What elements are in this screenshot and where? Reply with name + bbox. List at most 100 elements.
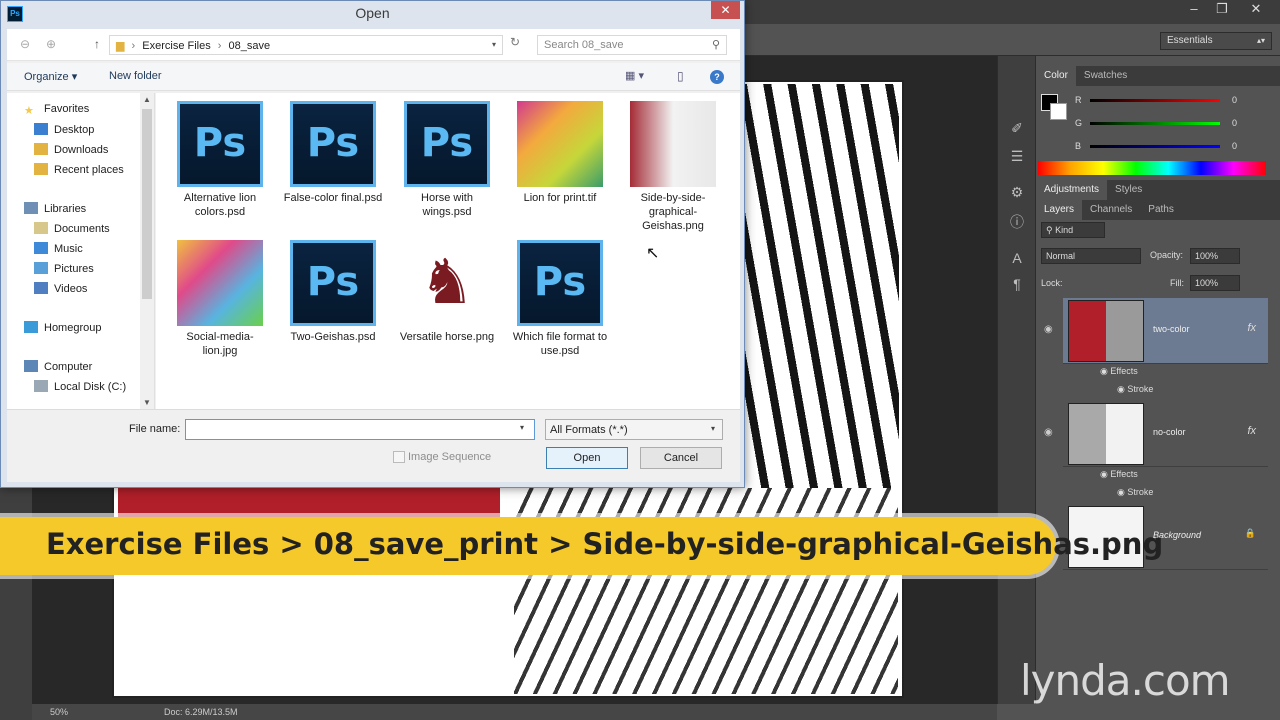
chevron-right-icon: › bbox=[217, 40, 222, 52]
file-item[interactable]: Social-media-lion.jpg bbox=[170, 232, 270, 362]
channel-value[interactable]: 0 bbox=[1232, 118, 1237, 128]
cancel-button[interactable]: Cancel bbox=[640, 447, 722, 469]
file-item[interactable]: Ps Which file format to use.psd bbox=[510, 232, 610, 362]
sidebar-item-computer[interactable]: Computer bbox=[24, 360, 92, 378]
refresh-button[interactable]: ↻ bbox=[506, 35, 524, 55]
layer-effect-stroke[interactable]: ◉ Stroke bbox=[1083, 487, 1263, 505]
tab-swatches[interactable]: Swatches bbox=[1076, 66, 1135, 86]
sidebar-item-homegroup[interactable]: Homegroup bbox=[24, 321, 101, 339]
scroll-thumb[interactable] bbox=[142, 109, 152, 299]
layers-panel-tabs[interactable]: Layers Channels Paths bbox=[1036, 200, 1280, 220]
sidebar-item-documents[interactable]: Documents bbox=[34, 222, 110, 240]
search-input[interactable]: Search 08_save ⚲ bbox=[537, 35, 727, 55]
color-slider-g[interactable]: G0 bbox=[1075, 118, 1275, 132]
color-slider-r[interactable]: R0 bbox=[1075, 95, 1275, 109]
open-button[interactable]: Open bbox=[546, 447, 628, 469]
color-panel-tabs[interactable]: Color Swatches bbox=[1036, 66, 1280, 86]
chevron-down-icon[interactable]: ▾ bbox=[711, 424, 715, 433]
tab-paths[interactable]: Paths bbox=[1140, 200, 1182, 220]
file-item[interactable]: Ps Horse with wings.psd bbox=[397, 93, 497, 223]
slider-track[interactable] bbox=[1090, 145, 1220, 148]
file-name-input[interactable] bbox=[185, 419, 535, 440]
layer-effects[interactable]: ◉ Effects bbox=[1083, 366, 1263, 384]
fx-icon[interactable]: fx bbox=[1247, 425, 1256, 437]
up-button[interactable]: ↑ bbox=[87, 37, 107, 53]
tab-styles[interactable]: Styles bbox=[1107, 180, 1150, 200]
sidebar-item-music[interactable]: Music bbox=[34, 242, 83, 260]
close-app-button[interactable]: ✕ bbox=[1242, 0, 1270, 20]
breadcrumb-exercise-files[interactable]: Exercise Files bbox=[142, 40, 210, 52]
tab-adjustments[interactable]: Adjustments bbox=[1036, 180, 1108, 200]
layer-effect-stroke[interactable]: ◉ Stroke bbox=[1083, 384, 1263, 402]
scroll-down-icon[interactable]: ▼ bbox=[143, 398, 151, 407]
eye-icon[interactable]: ◉ bbox=[1117, 384, 1127, 394]
slider-track[interactable] bbox=[1090, 99, 1220, 102]
image-sequence-checkbox[interactable] bbox=[393, 451, 405, 463]
sidebar-item-desktop[interactable]: Desktop bbox=[34, 123, 94, 141]
minimize-button[interactable]: – bbox=[1180, 0, 1208, 20]
color-ramp[interactable] bbox=[1038, 161, 1266, 175]
forward-button[interactable]: ⊕ bbox=[41, 37, 61, 53]
eye-icon[interactable]: ◉ bbox=[1100, 469, 1110, 479]
blend-mode-select[interactable]: Normal bbox=[1041, 248, 1141, 264]
view-options-icon[interactable]: ▦ ▾ bbox=[625, 69, 644, 82]
background-swatch[interactable] bbox=[1050, 103, 1067, 120]
eye-icon[interactable]: ◉ bbox=[1044, 324, 1053, 335]
layer-filter-kind[interactable]: ⚲ Kind bbox=[1041, 222, 1105, 238]
channel-value[interactable]: 0 bbox=[1232, 141, 1237, 151]
channel-value[interactable]: 0 bbox=[1232, 95, 1237, 105]
clone-icon[interactable]: ⚙ bbox=[1008, 184, 1026, 200]
sliders-icon[interactable]: ☰ bbox=[1008, 148, 1026, 164]
organize-button[interactable]: Organize ▾ bbox=[24, 70, 77, 83]
preview-pane-icon[interactable]: ▯ bbox=[677, 69, 684, 83]
dialog-close-button[interactable]: ✕ bbox=[711, 1, 740, 19]
tab-color[interactable]: Color bbox=[1036, 66, 1076, 86]
sidebar-item-libraries[interactable]: Libraries bbox=[24, 202, 86, 220]
back-button[interactable]: ⊖ bbox=[15, 37, 35, 53]
fx-icon[interactable]: fx bbox=[1247, 322, 1256, 334]
navigation-scrollbar[interactable]: ▲ ▼ bbox=[140, 93, 154, 409]
info-icon[interactable]: ⓘ bbox=[1008, 212, 1026, 230]
layer-row[interactable]: no-color fx bbox=[1063, 401, 1268, 467]
workspace-switcher[interactable]: Essentials ▴▾ bbox=[1160, 32, 1272, 50]
chevron-down-icon[interactable]: ▾ bbox=[492, 40, 496, 49]
file-item[interactable]: Ps Alternative lion colors.psd bbox=[170, 93, 270, 223]
color-slider-b[interactable]: B0 bbox=[1075, 141, 1275, 155]
layer-row[interactable]: two-color fx bbox=[1063, 298, 1268, 364]
new-folder-button[interactable]: New folder bbox=[109, 70, 162, 82]
help-icon[interactable]: ? bbox=[710, 70, 724, 84]
tab-channels[interactable]: Channels bbox=[1082, 200, 1140, 220]
sidebar-item-pictures[interactable]: Pictures bbox=[34, 262, 94, 280]
layer-effects[interactable]: ◉ Effects bbox=[1083, 469, 1263, 487]
eye-icon[interactable]: ◉ bbox=[1044, 427, 1053, 438]
opacity-input[interactable]: 100% bbox=[1190, 248, 1240, 264]
file-item[interactable]: ♞ Versatile horse.png bbox=[397, 232, 497, 362]
breadcrumb-08-save[interactable]: 08_save bbox=[229, 40, 271, 52]
restore-button[interactable]: ❐ bbox=[1208, 0, 1236, 20]
type-icon[interactable]: A bbox=[1008, 250, 1026, 266]
fill-input[interactable]: 100% bbox=[1190, 275, 1240, 291]
channel-label: G bbox=[1075, 118, 1083, 128]
paragraph-icon[interactable]: ¶ bbox=[1008, 276, 1026, 292]
tab-layers[interactable]: Layers bbox=[1036, 200, 1083, 220]
slider-track[interactable] bbox=[1090, 122, 1220, 125]
scroll-up-icon[interactable]: ▲ bbox=[143, 95, 151, 104]
eye-icon[interactable]: ◉ bbox=[1117, 487, 1127, 497]
address-bar[interactable]: ▆ › Exercise Files › 08_save ▾ bbox=[109, 35, 503, 55]
brush-icon[interactable]: ✐ bbox=[1008, 120, 1026, 136]
file-item[interactable]: Side-by-side-graphical-Geishas.png bbox=[623, 93, 723, 232]
sidebar-item-favorites[interactable]: ★ Favorites bbox=[24, 103, 89, 121]
file-item[interactable]: Ps False-color final.psd bbox=[283, 93, 383, 223]
adjustments-panel-tabs[interactable]: Adjustments Styles bbox=[1036, 180, 1280, 200]
file-item[interactable]: Ps Two-Geishas.psd bbox=[283, 232, 383, 362]
sidebar-item-videos[interactable]: Videos bbox=[34, 282, 87, 300]
file-type-select[interactable]: All Formats (*.*) bbox=[545, 419, 723, 440]
eye-icon[interactable]: ◉ bbox=[1100, 366, 1110, 376]
chevron-down-icon[interactable]: ▾ bbox=[520, 423, 524, 432]
file-item[interactable]: Lion for print.tif bbox=[510, 93, 610, 223]
homegroup-icon bbox=[24, 321, 38, 333]
zoom-level[interactable]: 50% bbox=[50, 707, 68, 717]
sidebar-item-local-disk-c[interactable]: Local Disk (C:) bbox=[34, 380, 126, 398]
sidebar-item-downloads[interactable]: Downloads bbox=[34, 143, 108, 161]
sidebar-item-recent-places[interactable]: Recent places bbox=[34, 163, 124, 181]
